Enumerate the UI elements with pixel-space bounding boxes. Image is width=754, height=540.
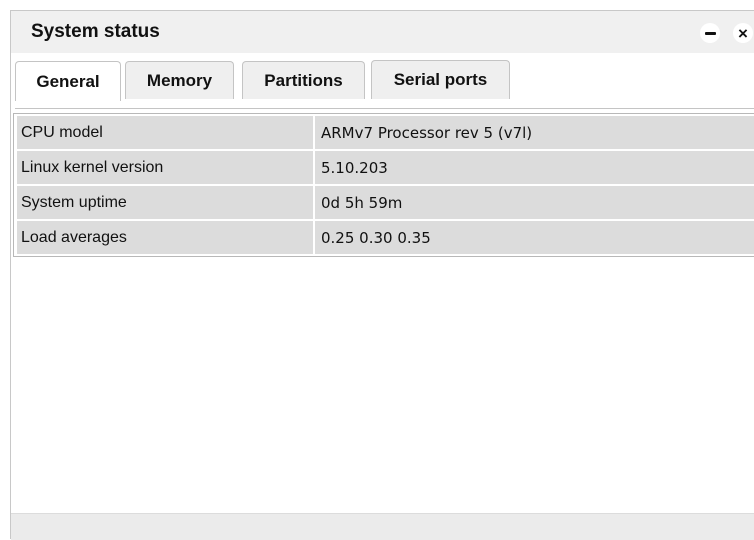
tab-partitions-label: Partitions (264, 70, 343, 90)
tab-strip: General Memory Partitions Serial ports (11, 53, 754, 109)
load-averages-label: Load averages (17, 221, 313, 254)
tab-serial-ports-label: Serial ports (393, 70, 488, 89)
kernel-version-value: 5.10.203 (315, 151, 754, 184)
uptime-value: 0d 5h 59m (315, 186, 754, 219)
minimize-button[interactable] (700, 23, 720, 43)
close-icon: × (738, 23, 748, 43)
minimize-icon (704, 31, 716, 35)
close-button[interactable]: × (733, 23, 753, 43)
table-row-load-averages: Load averages 0.25 0.30 0.35 (17, 221, 754, 254)
table-row-kernel-version: Linux kernel version 5.10.203 (17, 151, 754, 184)
system-status-window: System status × General Memory Partition… (10, 10, 754, 540)
tab-general[interactable]: General (15, 61, 121, 101)
tab-serial-ports[interactable]: Serial ports (371, 60, 510, 99)
general-info-table: CPU model ARMv7 Processor rev 5 (v7l) Li… (13, 113, 754, 257)
window-title: System status (31, 21, 160, 42)
title-bar[interactable]: System status × (11, 11, 754, 53)
tab-partitions[interactable]: Partitions (242, 61, 365, 99)
cpu-model-value: ARMv7 Processor rev 5 (v7l) (315, 116, 754, 149)
tab-divider (15, 108, 754, 109)
tab-general-label: General (36, 71, 100, 91)
status-bar (11, 513, 754, 540)
load-averages-value: 0.25 0.30 0.35 (315, 221, 754, 254)
cpu-model-label: CPU model (17, 116, 313, 149)
uptime-label: System uptime (17, 186, 313, 219)
tab-memory-label: Memory (146, 70, 213, 90)
title-tab: System status (11, 11, 199, 53)
table-row-uptime: System uptime 0d 5h 59m (17, 186, 754, 219)
kernel-version-label: Linux kernel version (17, 151, 313, 184)
table-row-cpu-model: CPU model ARMv7 Processor rev 5 (v7l) (17, 116, 754, 149)
tab-memory[interactable]: Memory (125, 61, 234, 99)
